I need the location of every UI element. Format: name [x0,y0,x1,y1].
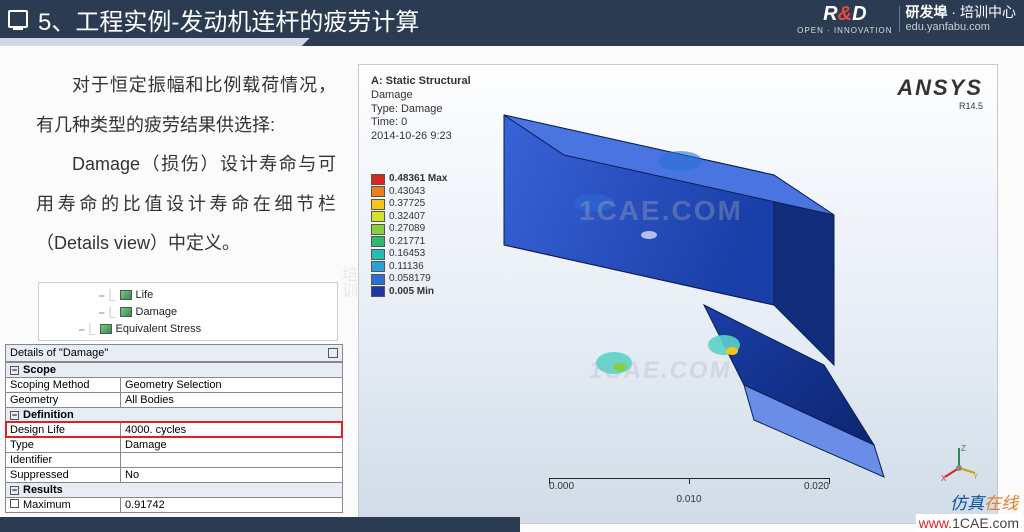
legend-swatch [371,186,385,197]
legend-row: 0.27089 [371,223,447,236]
legend-label: 0.11136 [389,261,424,274]
legend-label: 0.48361 Max [389,173,447,186]
details-row[interactable]: SuppressedNo [6,467,342,482]
details-row[interactable]: TypeDamage [6,437,342,452]
legend-row: 0.21771 [371,236,447,249]
legend-swatch [371,174,385,185]
header-right: R&D OPEN · INNOVATION 研发埠 · 培训中心 edu.yan… [797,3,1016,35]
svg-text:Z: Z [961,444,966,453]
model-render [444,105,914,485]
ansys-viewport[interactable]: A: Static Structural Damage Type: Damage… [358,64,998,524]
collapse-icon[interactable]: − [10,411,19,420]
monitor-icon [8,10,28,28]
details-row[interactable]: Identifier [6,452,342,467]
footer-brand: 仿真在线 [950,489,1018,514]
description-text: 对于恒定振幅和比例载荷情况，有几种类型的疲劳结果供选择: Damage（损伤）设… [36,66,336,264]
legend-row: 0.48361 Max [371,173,447,186]
legend-label: 0.005 Min [389,286,434,299]
details-row[interactable]: Maximum0.91742 [6,497,342,512]
rd-logo: R&D OPEN · INNOVATION [797,3,892,35]
details-section-header[interactable]: −Results [6,482,342,497]
svg-text:X: X [941,474,947,483]
tree-item-damage[interactable]: ⎯⎿Damage [49,304,335,321]
header-divider [0,38,1024,46]
pin-icon[interactable] [328,348,338,358]
legend-label: 0.16453 [389,248,425,261]
svg-text:Y: Y [973,472,979,481]
legend-label: 0.32407 [389,211,425,224]
legend-swatch [371,249,385,260]
legend-swatch [371,261,385,272]
legend-label: 0.27089 [389,223,425,236]
legend-label: 0.37725 [389,198,425,211]
legend-row: 0.43043 [371,186,447,199]
cube-icon [120,307,132,317]
legend-row: 0.058179 [371,273,447,286]
cube-icon [120,290,132,300]
legend-row: 0.37725 [371,198,447,211]
legend-row: 0.005 Min [371,286,447,299]
page-title: 5、工程实例-发动机连杆的疲劳计算 [38,2,419,37]
details-row[interactable]: Design Life4000. cycles [6,422,342,437]
details-row[interactable]: Scoping MethodGeometry Selection [6,377,342,392]
legend-label: 0.21771 [389,236,425,249]
side-watermark: 培训 [335,266,359,298]
app-header: 5、工程实例-发动机连杆的疲劳计算 R&D OPEN · INNOVATION … [0,0,1024,38]
legend-row: 0.32407 [371,211,447,224]
color-legend: 0.48361 Max0.430430.377250.324070.270890… [371,173,447,298]
scale-bar: 0.000 0.020 0.010 [549,478,829,505]
details-section-header[interactable]: −Scope [6,362,342,377]
cube-icon [100,324,112,334]
footer-url[interactable]: www.1CAE.com [916,514,1022,532]
legend-swatch [371,236,385,247]
details-title: Details of "Damage" [6,345,342,362]
legend-row: 0.11136 [371,261,447,274]
tree-item-life[interactable]: ⎯⎿Life [49,287,335,304]
legend-swatch [371,286,385,297]
outline-tree[interactable]: ⎯⎿Life ⎯⎿Damage ⎯⎿Equivalent Stress [38,282,338,341]
legend-swatch [371,224,385,235]
footer-strip [0,517,520,532]
collapse-icon[interactable]: − [10,486,19,495]
tree-item-eqstress[interactable]: ⎯⎿Equivalent Stress [49,321,335,338]
triad-icon[interactable]: Z Y X [939,443,979,483]
page-body: 对于恒定振幅和比例载荷情况，有几种类型的疲劳结果供选择: Damage（损伤）设… [0,46,1024,532]
header-left: 5、工程实例-发动机连杆的疲劳计算 [8,2,419,37]
legend-label: 0.43043 [389,186,425,199]
legend-row: 0.16453 [371,248,447,261]
details-section-header[interactable]: −Definition [6,407,342,422]
legend-swatch [371,199,385,210]
brand-text: 研发埠 · 培训中心 edu.yanfabu.com [906,5,1016,32]
details-panel: Details of "Damage" −ScopeScoping Method… [5,344,343,513]
details-row[interactable]: GeometryAll Bodies [6,392,342,407]
collapse-icon[interactable]: − [10,366,19,375]
legend-swatch [371,274,385,285]
legend-label: 0.058179 [389,273,431,286]
legend-swatch [371,211,385,222]
